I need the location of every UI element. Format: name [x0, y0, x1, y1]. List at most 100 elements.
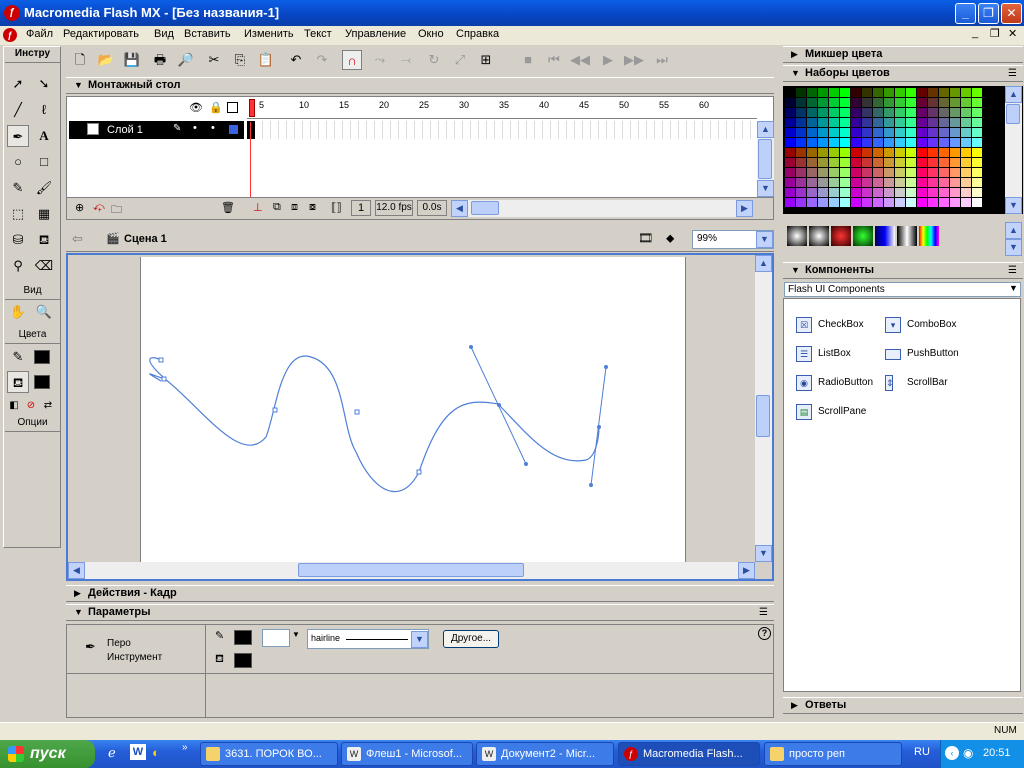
lock-layers-icon[interactable]: 🔒	[209, 101, 223, 114]
play-icon[interactable]: ▶	[598, 50, 618, 70]
color-swatch[interactable]	[862, 118, 872, 127]
keyframe-1[interactable]	[247, 121, 255, 139]
flash-app-icon[interactable]: ƒ	[4, 5, 20, 21]
color-swatch[interactable]	[862, 128, 872, 137]
scroll-down-icon[interactable]: ▼	[1005, 197, 1022, 214]
color-swatch[interactable]	[840, 148, 850, 157]
control-point[interactable]	[497, 403, 501, 407]
color-swatch[interactable]	[807, 128, 817, 137]
color-swatch[interactable]	[840, 138, 850, 147]
color-swatch[interactable]	[884, 88, 894, 97]
layer-frames[interactable]	[247, 121, 757, 218]
color-swatch[interactable]	[796, 148, 806, 157]
color-swatch[interactable]	[796, 108, 806, 117]
onion-skin-icon[interactable]: ⧉	[273, 201, 281, 214]
color-swatch[interactable]	[785, 108, 795, 117]
lasso-tool-icon[interactable]: ℓ	[33, 99, 55, 121]
color-swatch[interactable]	[961, 158, 971, 167]
menu-file[interactable]: Файл	[26, 28, 53, 40]
color-swatch[interactable]	[895, 138, 905, 147]
stroke-color-swatch[interactable]	[234, 630, 252, 645]
color-swatch[interactable]	[851, 148, 861, 157]
color-swatch[interactable]	[928, 108, 938, 117]
gradient-swatch-blue[interactable]	[875, 226, 895, 246]
stage-work-area[interactable]: ▲ ▼ ◀ ▶	[66, 253, 774, 581]
color-swatch[interactable]	[840, 108, 850, 117]
color-swatch[interactable]	[873, 138, 883, 147]
doc-minimize-button[interactable]: _	[972, 27, 978, 39]
frame-ruler[interactable]: 5 10 15 20 25 30 35 40 45 50 55 60	[247, 97, 757, 119]
color-swatch[interactable]	[972, 118, 982, 127]
arrow-tool-icon[interactable]: ➚	[7, 73, 29, 95]
rotate-icon[interactable]: ↻	[424, 50, 444, 70]
pencil-tool-icon[interactable]: ✎	[7, 177, 29, 199]
control-point[interactable]	[597, 425, 601, 429]
color-swatch[interactable]	[928, 138, 938, 147]
onion-skin-outlines-icon[interactable]: ⧈	[291, 201, 298, 214]
color-swatch[interactable]	[961, 128, 971, 137]
color-swatch[interactable]	[851, 178, 861, 187]
color-swatch[interactable]	[917, 178, 927, 187]
color-swatch[interactable]	[851, 128, 861, 137]
smooth-icon[interactable]: ⤳	[370, 50, 390, 70]
color-swatch[interactable]	[972, 108, 982, 117]
stroke-style-dropdown-icon[interactable]: ▼	[411, 631, 428, 648]
maximize-button[interactable]: ❐	[978, 3, 999, 24]
color-swatch[interactable]	[785, 158, 795, 167]
color-swatches-grid[interactable]: ▲ ▼	[783, 86, 1023, 214]
color-swatch[interactable]	[928, 178, 938, 187]
menu-view[interactable]: Вид	[154, 28, 174, 40]
color-swatch[interactable]	[972, 188, 982, 197]
color-swatch[interactable]	[785, 138, 795, 147]
stop-icon[interactable]: ■	[518, 50, 538, 70]
color-swatch[interactable]	[873, 128, 883, 137]
color-swatch[interactable]	[950, 118, 960, 127]
gradient-swatch-chrome[interactable]	[897, 226, 917, 246]
color-swatch[interactable]	[829, 108, 839, 117]
color-swatch[interactable]	[851, 88, 861, 97]
color-swatch[interactable]	[950, 88, 960, 97]
frame-rate[interactable]: 12.0 fps	[375, 200, 413, 216]
color-swatch[interactable]	[818, 158, 828, 167]
color-swatch[interactable]	[785, 168, 795, 177]
answers-header[interactable]: ▶ Ответы	[783, 697, 1023, 714]
color-swatch[interactable]	[917, 118, 927, 127]
stage-hscroll[interactable]: ◀ ▶	[68, 562, 755, 579]
color-swatch[interactable]	[917, 138, 927, 147]
doc-close-button[interactable]: ✕	[1008, 27, 1017, 40]
swap-colors-icon[interactable]: ⇄	[40, 395, 56, 417]
color-swatch[interactable]	[906, 148, 916, 157]
stage-vscroll[interactable]: ▲ ▼	[755, 255, 772, 562]
volume-icon[interactable]: ◉	[963, 746, 973, 760]
color-swatch[interactable]	[818, 138, 828, 147]
paste-icon[interactable]: 📋	[256, 50, 276, 70]
delete-layer-icon[interactable]: 🗑	[221, 201, 235, 214]
color-swatch[interactable]	[928, 98, 938, 107]
anchor-point[interactable]	[354, 409, 360, 415]
color-swatch[interactable]	[840, 178, 850, 187]
color-swatch[interactable]	[873, 168, 883, 177]
color-swatch[interactable]	[895, 158, 905, 167]
color-swatch[interactable]	[807, 168, 817, 177]
color-swatch[interactable]	[851, 138, 861, 147]
color-swatch[interactable]	[895, 118, 905, 127]
color-swatch[interactable]	[972, 98, 982, 107]
color-swatch[interactable]	[829, 178, 839, 187]
color-swatch[interactable]	[961, 108, 971, 117]
no-color-icon[interactable]: ⊘	[23, 395, 39, 417]
line-tool-icon[interactable]: ╱	[7, 99, 29, 121]
scale-icon[interactable]: ⤢	[450, 50, 470, 70]
color-swatch[interactable]	[840, 198, 850, 207]
menu-control[interactable]: Управление	[345, 28, 406, 40]
color-swatch[interactable]	[862, 148, 872, 157]
scroll-up-icon[interactable]: ▲	[1005, 86, 1022, 103]
rewind-icon[interactable]: ⏮	[544, 50, 564, 70]
color-swatch[interactable]	[939, 128, 949, 137]
color-swatch[interactable]	[796, 178, 806, 187]
color-swatch[interactable]	[906, 108, 916, 117]
color-swatch[interactable]	[950, 198, 960, 207]
color-swatch[interactable]	[961, 138, 971, 147]
color-swatch[interactable]	[928, 198, 938, 207]
gradients-vscroll[interactable]: ▲ ▼	[1005, 222, 1022, 256]
control-point[interactable]	[469, 345, 473, 349]
